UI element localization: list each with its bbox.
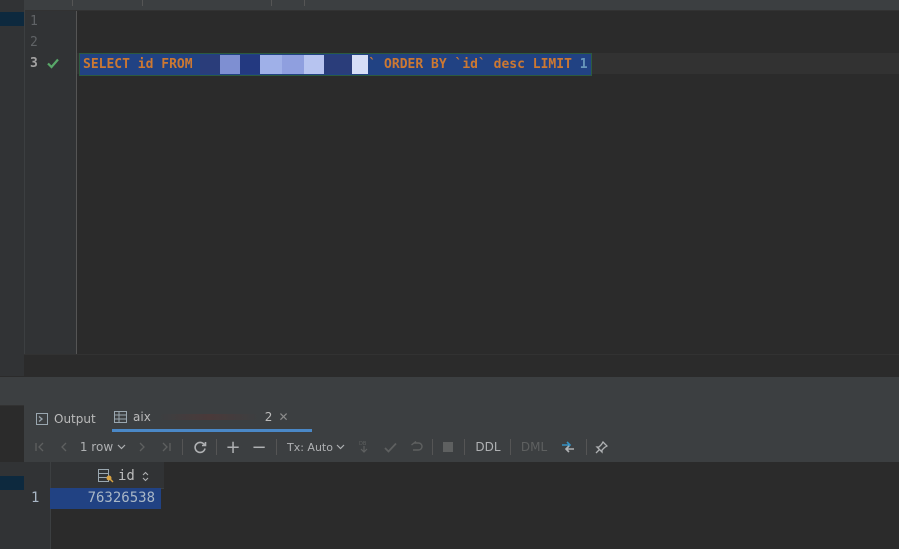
next-page-icon[interactable] xyxy=(134,432,150,462)
redacted-tab-name xyxy=(158,414,259,420)
line-number: 1 xyxy=(30,14,38,29)
transaction-mode-selector[interactable]: Tx: Auto xyxy=(286,432,346,462)
result-toolbar: 1 row + − Tx: Auto DB DDL DML xyxy=(24,432,899,463)
submit-check-icon[interactable] xyxy=(382,432,398,462)
toolbar-separator xyxy=(432,439,433,455)
dml-button[interactable]: DML xyxy=(520,432,548,462)
remove-row-icon[interactable]: − xyxy=(250,432,268,462)
panel-splitter[interactable] xyxy=(0,376,899,406)
add-row-icon[interactable]: + xyxy=(224,432,242,462)
first-page-icon[interactable] xyxy=(32,432,48,462)
tx-mode-label: Tx: Auto xyxy=(287,440,333,454)
row-count-selector[interactable]: 1 row xyxy=(79,432,127,462)
row-number: 1 xyxy=(31,490,40,506)
pin-icon[interactable] xyxy=(592,432,610,462)
ddl-button[interactable]: DDL xyxy=(474,432,502,462)
toolbar-separator xyxy=(510,439,511,455)
tab-separator xyxy=(72,0,73,6)
tab-output[interactable]: Output xyxy=(36,405,96,432)
toolbar-separator xyxy=(276,439,277,455)
sort-icon[interactable] xyxy=(142,471,149,482)
tab-separator xyxy=(271,0,272,6)
tab-separator xyxy=(304,0,305,6)
console-icon xyxy=(36,412,48,425)
primary-key-column-icon xyxy=(98,469,114,483)
last-page-icon[interactable] xyxy=(158,432,174,462)
strip-selection-marker xyxy=(0,476,24,490)
toolbar-separator xyxy=(216,439,217,455)
line-number-active: 3 xyxy=(30,56,38,71)
table-icon xyxy=(114,411,127,423)
line-number: 2 xyxy=(30,35,38,50)
chevron-down-icon xyxy=(117,444,126,450)
redacted-table-name xyxy=(200,55,369,74)
previous-page-icon[interactable] xyxy=(56,432,72,462)
toolbar-separator xyxy=(586,439,587,455)
editor-footer xyxy=(24,354,899,377)
row-count-label: 1 row xyxy=(79,440,114,454)
refresh-icon[interactable] xyxy=(190,432,210,462)
tab-separator xyxy=(142,0,143,6)
toolbar-separator xyxy=(182,439,183,455)
tab-query-result[interactable]: aix 2 ✕ xyxy=(112,405,312,432)
toolbar-separator xyxy=(464,439,465,455)
strip-selection-marker xyxy=(0,12,24,26)
svg-text:DB: DB xyxy=(359,441,367,447)
sql-statement: SELECT id FROM ` ORDER BY `id` desc LIMI… xyxy=(79,53,592,76)
compare-icon[interactable] xyxy=(558,432,578,462)
column-name: id xyxy=(118,468,135,484)
sql-limit-value: 1 xyxy=(579,57,588,72)
sql-select-clause: SELECT id FROM xyxy=(83,57,201,72)
services-tab-bar: Output aix 2 ✕ xyxy=(24,405,899,433)
db-commit-icon[interactable]: DB xyxy=(356,432,372,462)
tab-result-suffix: 2 xyxy=(264,410,273,424)
chevron-down-icon xyxy=(336,444,345,450)
sql-statement-line[interactable]: SELECT id FROM ` ORDER BY `id` desc LIMI… xyxy=(79,53,592,76)
close-tab-icon[interactable]: ✕ xyxy=(278,410,288,424)
tab-result-label: aix xyxy=(133,410,151,424)
dml-label: DML xyxy=(520,440,548,454)
sql-order-clause: ` ORDER BY `id` desc LIMIT xyxy=(368,57,580,72)
ddl-label: DDL xyxy=(475,440,501,454)
tab-output-label: Output xyxy=(54,411,96,426)
rollback-icon[interactable] xyxy=(408,432,424,462)
editor-tab-bar xyxy=(24,0,899,11)
tool-window-strip xyxy=(0,0,25,376)
column-header-id[interactable]: id xyxy=(98,466,149,486)
execution-success-check-icon xyxy=(47,58,59,69)
table-cell[interactable]: 76326538 xyxy=(50,488,161,509)
stop-icon[interactable] xyxy=(440,432,456,462)
